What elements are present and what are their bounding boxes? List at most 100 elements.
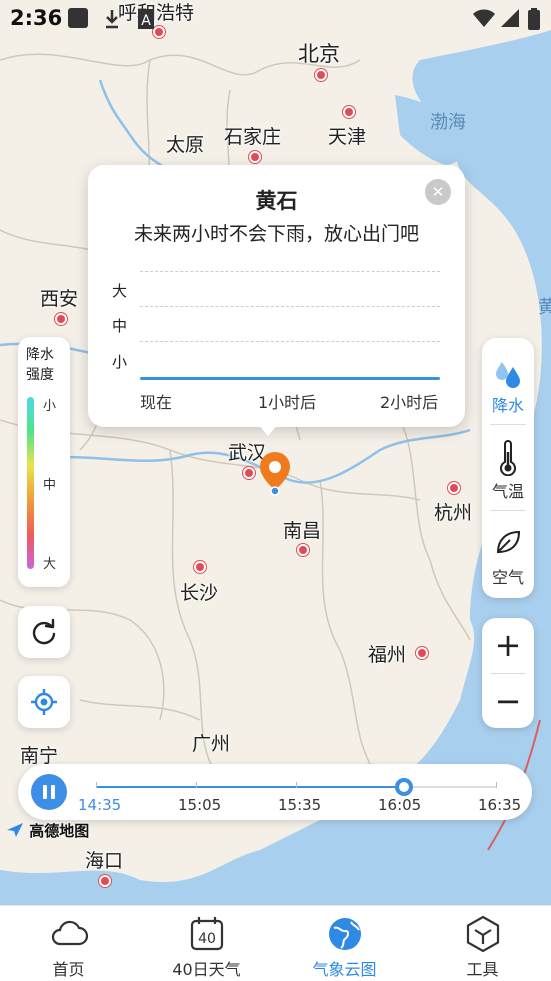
legend-level: 中: [43, 478, 57, 493]
timeline-tick: [496, 782, 497, 788]
leaf-icon: [496, 530, 521, 554]
legend-gradient-bar: [27, 397, 34, 569]
city-label: 广州: [192, 733, 231, 755]
tab-label: 工具: [466, 960, 499, 979]
sea-label: 黄: [538, 297, 551, 318]
refresh-button[interactable]: [18, 606, 70, 658]
y-level-label: 大: [112, 282, 128, 300]
timeline-tick: [296, 782, 297, 788]
timeline-player: 14:35 15:05 15:35 16:05 16:35: [18, 764, 532, 820]
grid-line: [140, 271, 440, 272]
amap-logo-icon: [7, 823, 23, 837]
tab-40-day[interactable]: 40 40日天气: [138, 906, 275, 981]
city-dot[interactable]: [343, 106, 355, 118]
popup-description: 未来两小时不会下雨，放心出门吧: [133, 223, 419, 245]
location-marker-icon[interactable]: [258, 450, 292, 496]
grid-line: [140, 341, 440, 342]
city-dot[interactable]: [297, 544, 309, 556]
timeline-tick: [196, 782, 197, 788]
layer-label: 降水: [491, 396, 524, 415]
legend-level: 大: [43, 557, 57, 572]
y-level-label: 中: [112, 317, 128, 335]
city-label: 福州: [368, 644, 407, 666]
pause-icon: [43, 785, 47, 799]
city-dot[interactable]: [194, 561, 206, 573]
grid-line: [140, 306, 440, 307]
zoom-out-button[interactable]: −: [482, 674, 534, 728]
city-label: 北京: [298, 42, 340, 66]
legend-title-line: 强度: [26, 367, 54, 383]
city-label: 海口: [85, 850, 124, 872]
city-label: 西安: [40, 288, 79, 310]
city-dot[interactable]: [243, 467, 255, 479]
cloud-icon: [51, 920, 88, 946]
tab-tools[interactable]: 工具: [414, 906, 551, 981]
divider: [490, 424, 526, 425]
layer-switcher: 降水 气温 空气: [482, 338, 534, 598]
rain-drop-icon: [496, 362, 520, 388]
locate-icon: [31, 689, 57, 715]
timeline-handle[interactable]: [395, 778, 413, 796]
sea-label: 渤海: [430, 112, 466, 133]
layer-temperature[interactable]: 气温: [482, 430, 534, 510]
city-dot[interactable]: [55, 313, 67, 325]
timeline-progress: [96, 786, 404, 788]
svg-text:A: A: [141, 13, 151, 29]
city-label: 长沙: [180, 582, 219, 604]
app-notification-icon: [68, 8, 88, 28]
tab-label: 40日天气: [172, 960, 241, 979]
x-label: 1小时后: [258, 393, 317, 412]
popup-pointer: [258, 424, 278, 436]
timeline-label: 15:35: [278, 796, 322, 814]
tab-home[interactable]: 首页: [0, 906, 137, 981]
timeline-label: 16:05: [378, 796, 422, 814]
legend-title-line: 降水: [26, 347, 54, 363]
battery-icon: [528, 8, 540, 30]
calendar-40-icon: 40: [190, 917, 223, 951]
close-icon[interactable]: ✕: [425, 179, 451, 205]
layer-label: 空气: [491, 568, 524, 587]
calendar-40-text: 40: [198, 931, 216, 947]
city-label: 石家庄: [224, 126, 282, 148]
city-dot[interactable]: [99, 875, 111, 887]
city-label: 太原: [166, 134, 205, 156]
status-time: 2:36: [10, 6, 63, 30]
city-dot[interactable]: [315, 69, 327, 81]
tab-weather-map[interactable]: 气象云图: [276, 906, 413, 981]
wifi-icon: [473, 9, 495, 27]
city-dot[interactable]: [448, 482, 460, 494]
thermometer-icon: [500, 440, 516, 476]
divider: [490, 510, 526, 511]
layer-label: 气温: [491, 482, 524, 501]
timeline-label: 16:35: [478, 796, 522, 814]
tab-label: 首页: [52, 960, 85, 979]
precipitation-line: [140, 377, 440, 380]
x-label: 2小时后: [380, 393, 439, 412]
bottom-tab-bar: 首页 40 40日天气 气象云图 工具: [0, 905, 551, 981]
city-label: 南昌: [283, 520, 322, 542]
layer-precipitation[interactable]: 降水: [482, 344, 534, 424]
locate-button[interactable]: [18, 676, 70, 728]
city-dot[interactable]: [416, 647, 428, 659]
map-brand-logo: 高德地图: [6, 820, 89, 841]
timeline-tick: [96, 782, 97, 788]
tools-icon: [466, 915, 499, 953]
download-icon: [106, 10, 118, 29]
city-dot[interactable]: [249, 151, 261, 163]
popup-title: 黄石: [255, 189, 298, 213]
x-label: 现在: [140, 393, 173, 412]
city-label: 杭州: [434, 502, 473, 524]
brand-text: 高德地图: [29, 822, 90, 840]
zoom-in-button[interactable]: +: [482, 618, 534, 672]
y-level-label: 小: [112, 353, 128, 371]
earth-icon: [328, 918, 361, 950]
refresh-icon: [32, 618, 56, 645]
pause-button[interactable]: [31, 774, 67, 810]
tab-label: 气象云图: [312, 960, 377, 979]
signal-icon: [501, 9, 519, 27]
city-label: 天津: [328, 126, 367, 148]
layer-air[interactable]: 空气: [482, 516, 534, 596]
timeline-track[interactable]: [96, 778, 497, 796]
precipitation-legend: 降水 强度 小 中 大: [18, 337, 70, 587]
zoom-controls: + −: [482, 618, 534, 728]
